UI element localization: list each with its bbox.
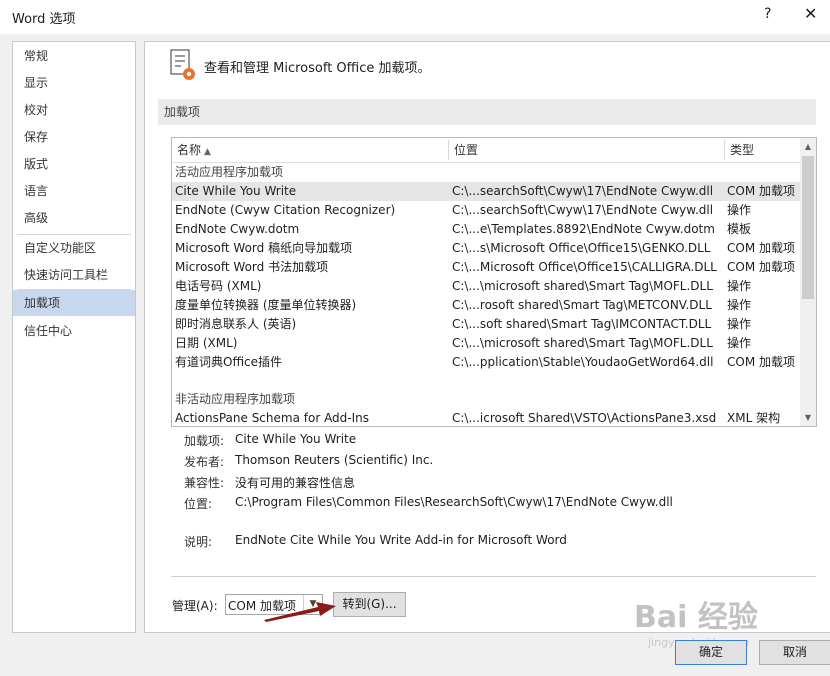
addin-name: EndNote (Cwyw Citation Recognizer): [175, 203, 396, 217]
addin-name: 有道词典Office插件: [175, 355, 283, 369]
addin-name: 即时消息联系人 (英语): [175, 317, 297, 331]
table-row[interactable]: 有道词典Office插件 C:\...pplication\Stable\Youd…: [172, 353, 800, 372]
sidebar-item-addins[interactable]: 加载项: [13, 290, 135, 316]
addin-name: EndNote Cwyw.dotm: [175, 222, 300, 236]
addin-location: C:\...s\Microsoft Office\Office15\GENKO.…: [452, 241, 711, 255]
sidebar-item-customize-ribbon[interactable]: 自定义功能区: [13, 235, 135, 261]
watermark-logo: Bai 经验: [634, 600, 758, 635]
addin-type: 操作: [727, 203, 752, 217]
addin-location: C:\...\microsoft shared\Smart Tag\MOFL.D…: [452, 336, 713, 350]
addin-name: Microsoft Word 书法加载项: [175, 260, 329, 274]
addin-type: 模板: [727, 222, 752, 236]
sidebar-item-language[interactable]: 语言: [13, 178, 135, 204]
addins-gear-icon: [170, 49, 195, 80]
annotation-arrow-icon: [264, 602, 336, 622]
addin-location: C:\...soft shared\Smart Tag\IMCONTACT.DL…: [452, 317, 712, 331]
detail-location-value: C:\Program Files\Common Files\ResearchSo…: [235, 495, 673, 509]
table-row[interactable]: Microsoft Word 稿纸向导加载项 C:\...s\Microsoft …: [172, 239, 800, 258]
manage-label: 管理(A):: [172, 599, 218, 613]
addin-name: Microsoft Word 稿纸向导加载项: [175, 241, 353, 255]
addin-location: C:\...icrosoft Shared\VSTO\ActionsPane3.…: [452, 411, 717, 425]
column-header-type[interactable]: 类型: [725, 138, 800, 162]
sidebar-item-general[interactable]: 常规: [13, 43, 135, 69]
addin-type: COM 加载项: [727, 241, 795, 255]
cancel-button[interactable]: 取消: [759, 640, 830, 665]
scroll-down-icon[interactable]: ▼: [800, 409, 816, 426]
table-row[interactable]: ActionsPane Schema for Add-Ins C:\...icro…: [172, 409, 800, 426]
help-button[interactable]: ?: [764, 6, 771, 22]
addin-type: COM 加载项: [727, 260, 795, 274]
group-title: 非活动应用程序加载项: [175, 392, 296, 406]
sidebar-item-quick-access-toolbar[interactable]: 快速访问工具栏: [13, 262, 135, 288]
group-header-inactive: 非活动应用程序加载项: [172, 390, 800, 409]
addin-name: 度量单位转换器 (度量单位转换器): [175, 298, 357, 312]
group-header-active: 活动应用程序加载项: [172, 163, 800, 182]
addin-type: 操作: [727, 298, 752, 312]
detail-location-label: 位置:: [184, 497, 213, 511]
table-row[interactable]: 即时消息联系人 (英语) C:\...soft shared\Smart Tag\…: [172, 315, 800, 334]
addin-type: XML 架构: [727, 411, 781, 425]
addin-type: COM 加载项: [727, 184, 795, 198]
addin-location: C:\...e\Templates.8892\EndNote Cwyw.dotm: [452, 222, 715, 236]
addins-list[interactable]: 名称 ▲ 位置 类型 活动应用程序加载项 Cite While You Write…: [171, 137, 817, 427]
table-row[interactable]: EndNote Cwyw.dotm C:\...e\Templates.8892\…: [172, 220, 800, 239]
addin-name: ActionsPane Schema for Add-Ins: [175, 411, 370, 425]
sidebar-item-layout[interactable]: 版式: [13, 151, 135, 177]
addin-location: C:\...rosoft shared\Smart Tag\METCONV.DL…: [452, 298, 712, 312]
scroll-up-icon[interactable]: ▲: [800, 138, 816, 155]
detail-description-value: EndNote Cite While You Write Add-in for …: [235, 533, 567, 547]
addin-location: C:\...searchSoft\Cwyw\17\EndNote Cwyw.dl…: [452, 184, 714, 198]
scrollbar-thumb[interactable]: [802, 156, 814, 299]
addin-type: 操作: [727, 336, 752, 350]
ok-button[interactable]: 确定: [675, 640, 747, 665]
detail-publisher-label: 发布者:: [184, 455, 225, 469]
addin-type: 操作: [727, 317, 752, 331]
detail-compat-value: 没有可用的兼容性信息: [235, 476, 356, 490]
sidebar-item-trust-center[interactable]: 信任中心: [13, 318, 135, 344]
sidebar-item-save[interactable]: 保存: [13, 124, 135, 150]
sidebar-item-proofing[interactable]: 校对: [13, 97, 135, 123]
section-title-addins: 加载项: [158, 99, 816, 125]
table-row[interactable]: Cite While You Write C:\...searchSoft\Cwy…: [172, 182, 800, 201]
detail-compat-label: 兼容性:: [184, 476, 225, 490]
window-title: Word 选项: [12, 12, 76, 27]
detail-publisher-value: Thomson Reuters (Scientific) Inc.: [235, 453, 434, 467]
addin-location: C:\...pplication\Stable\YoudaoGetWord64.…: [452, 355, 714, 369]
addin-type: COM 加载项: [727, 355, 795, 369]
addin-location: C:\...searchSoft\Cwyw\17\EndNote Cwyw.dl…: [452, 203, 714, 217]
detail-addin-label: 加载项:: [184, 434, 225, 448]
addin-name: 电话号码 (XML): [175, 279, 262, 293]
divider: [171, 576, 816, 577]
sort-ascending-icon: ▲: [204, 147, 211, 157]
column-header-location[interactable]: 位置: [449, 138, 724, 162]
list-header: 名称 ▲ 位置 类型: [172, 138, 800, 163]
addin-name: 日期 (XML): [175, 336, 238, 350]
table-row[interactable]: EndNote (Cwyw Citation Recognizer) C:\...…: [172, 201, 800, 220]
sidebar-item-display[interactable]: 显示: [13, 70, 135, 96]
options-sidebar: 常规 显示 校对 保存 版式 语言 高级 自定义功能区 快速访问工具栏 加载项 …: [12, 41, 136, 633]
list-scrollbar[interactable]: ▲ ▼: [800, 138, 816, 426]
addin-location: C:\...\microsoft shared\Smart Tag\MOFL.D…: [452, 279, 713, 293]
detail-addin-value: Cite While You Write: [235, 432, 357, 446]
column-header-name[interactable]: 名称 ▲: [172, 138, 448, 162]
title-bar: Word 选项 ? ✕: [0, 0, 830, 34]
addin-name: Cite While You Write: [175, 184, 297, 198]
table-row[interactable]: 日期 (XML) C:\...\microsoft shared\Smart Ta…: [172, 334, 800, 353]
close-button[interactable]: ✕: [804, 4, 817, 23]
group-title: 活动应用程序加载项: [175, 165, 284, 179]
go-button[interactable]: 转到(G)...: [333, 592, 406, 617]
detail-description-label: 说明:: [184, 535, 213, 549]
addin-type: 操作: [727, 279, 752, 293]
page-description: 查看和管理 Microsoft Office 加载项。: [204, 61, 431, 76]
table-row[interactable]: Microsoft Word 书法加载项 C:\...Microsoft Offi…: [172, 258, 800, 277]
addin-location: C:\...Microsoft Office\Office15\CALLIGRA…: [452, 260, 717, 274]
table-row[interactable]: 度量单位转换器 (度量单位转换器) C:\...rosoft shared\Sma…: [172, 296, 800, 315]
table-row[interactable]: 电话号码 (XML) C:\...\microsoft shared\Smart …: [172, 277, 800, 296]
sidebar-item-advanced[interactable]: 高级: [13, 205, 135, 231]
